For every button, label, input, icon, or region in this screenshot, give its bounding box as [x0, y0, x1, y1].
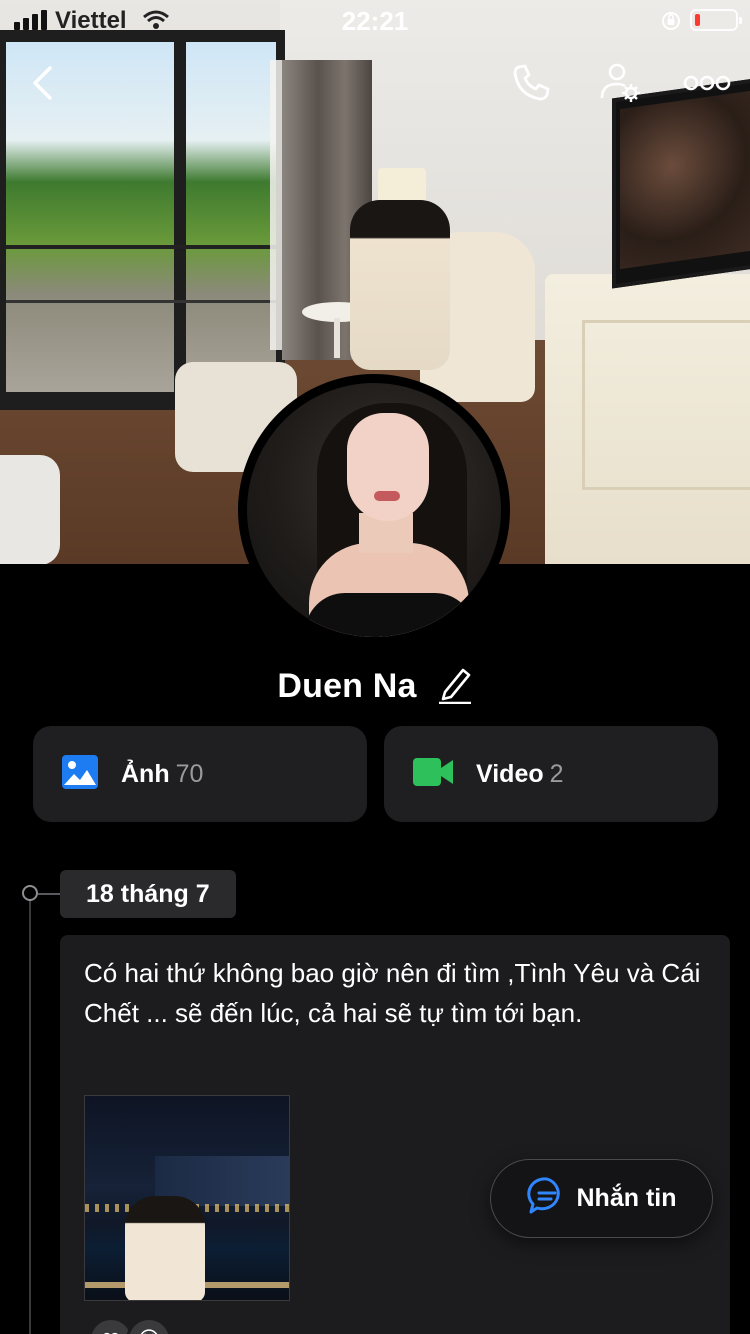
pencil-icon[interactable] [437, 664, 473, 709]
profile-screen: Viettel 22:21 Duen Na Ảnh 70 Video 2 18 … [0, 0, 750, 1334]
avatar[interactable] [238, 374, 510, 646]
clock: 22:21 [341, 6, 409, 36]
more-button[interactable] [682, 60, 732, 110]
video-camera-icon [412, 756, 454, 793]
more-icon [683, 73, 731, 98]
user-settings-icon [598, 60, 644, 111]
chevron-left-icon [30, 65, 56, 106]
timeline-date: 18 tháng 7 [60, 870, 236, 918]
status-bar: Viettel 22:21 [0, 0, 750, 40]
videos-label: Video 2 [476, 759, 564, 788]
photos-card[interactable]: Ảnh 70 [33, 726, 367, 822]
avatar-photo [247, 383, 501, 637]
timeline-line [29, 900, 31, 1334]
haha-reaction-icon: 😆 [126, 1317, 172, 1334]
profile-name-row: Duen Na [0, 664, 750, 709]
battery-icon [690, 9, 742, 31]
videos-card[interactable]: Video 2 [384, 726, 718, 822]
profile-name: Duen Na [277, 667, 417, 705]
phone-icon [510, 62, 552, 109]
timeline-dot [22, 885, 38, 901]
videos-count: 2 [549, 759, 564, 788]
reactions[interactable]: ❤ 😆 [88, 1317, 172, 1334]
back-button[interactable] [18, 60, 68, 110]
photos-count: 70 [175, 759, 204, 788]
rotation-lock-icon [660, 10, 682, 37]
post-text: Có hai thứ không bao giờ nên đi tìm ,Tìn… [84, 958, 701, 1028]
image-icon [61, 754, 99, 795]
profile-settings-button[interactable] [596, 60, 646, 110]
photos-label: Ảnh 70 [121, 759, 204, 788]
message-button[interactable]: Nhắn tin [490, 1159, 713, 1238]
chat-bubble-icon [526, 1176, 567, 1221]
post-image[interactable] [84, 1095, 290, 1301]
call-button[interactable] [506, 60, 556, 110]
message-label: Nhắn tin [576, 1184, 677, 1212]
timeline-post[interactable]: Có hai thứ không bao giờ nên đi tìm ,Tìn… [60, 935, 730, 1334]
